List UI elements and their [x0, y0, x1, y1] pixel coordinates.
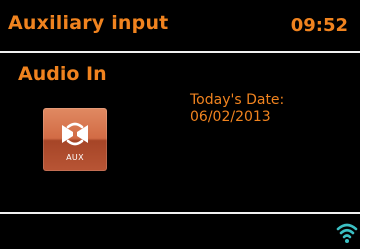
- frame-edge: [360, 0, 365, 249]
- aux-arc-top: [66, 122, 84, 129]
- wifi-arc-inner: [342, 234, 352, 239]
- screen-title: Auxiliary input: [8, 12, 169, 34]
- date-value: 06/02/2013: [190, 109, 271, 125]
- clock-time: 09:52: [290, 15, 348, 36]
- aux-input-icon: [62, 122, 88, 146]
- wifi-dot: [345, 239, 349, 243]
- aux-caption: AUX: [66, 153, 84, 162]
- radio-display: Auxiliary input 09:52 Audio In AUX Today…: [0, 0, 360, 249]
- date-label: Today's Date:: [190, 92, 285, 108]
- aux-arc-bottom: [66, 139, 84, 146]
- header-divider: [0, 51, 360, 53]
- status-divider: [0, 212, 360, 214]
- aux-input-tile: AUX: [43, 108, 107, 171]
- wifi-arc-middle: [339, 228, 355, 235]
- wifi-signal-icon: [336, 223, 358, 243]
- mode-label: Audio In: [18, 63, 107, 85]
- wifi-arc-outer: [336, 223, 358, 231]
